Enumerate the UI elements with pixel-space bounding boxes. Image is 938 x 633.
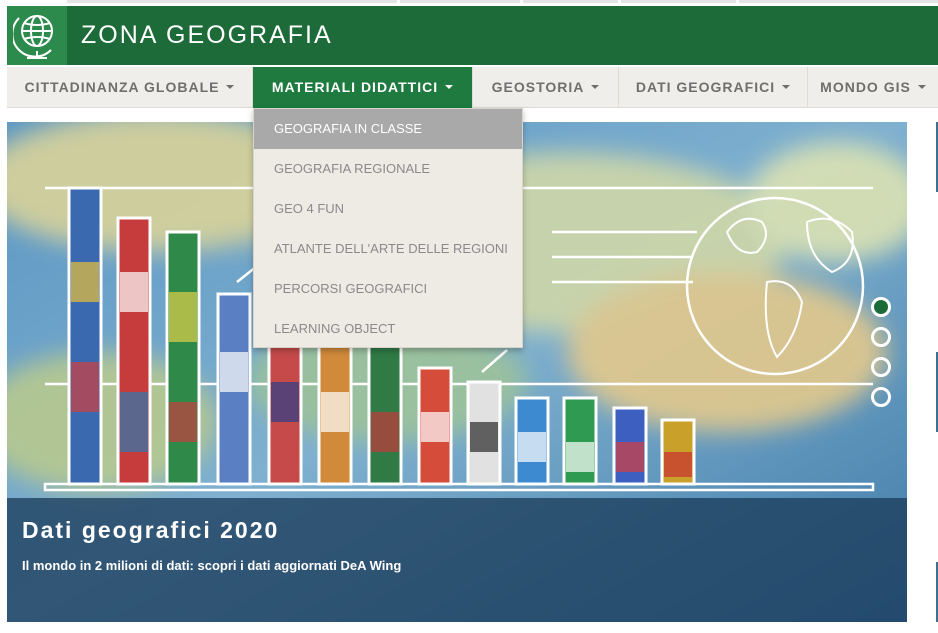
nav-item-label: GEOSTORIA: [491, 79, 585, 95]
nav-item-materiali-didattici[interactable]: MATERIALI DIDATTICI: [253, 67, 473, 108]
logo[interactable]: [7, 6, 67, 65]
caret-down-icon: [226, 85, 235, 90]
site-title[interactable]: ZONA GEOGRAFIA: [81, 21, 333, 50]
dropdown-item-percorsi-geografici[interactable]: PERCORSI GEOGRAFICI: [254, 269, 522, 309]
dropdown-item-geografia-in-classe[interactable]: GEOGRAFIA IN CLASSE: [254, 109, 522, 149]
slide-dot-3[interactable]: [871, 357, 891, 377]
caret-down-icon: [445, 85, 454, 90]
page: ZONA GEOGRAFIA CITTADINANZA GLOBALE MATE…: [0, 0, 938, 633]
dropdown-item-learning-object[interactable]: LEARNING OBJECT: [254, 309, 522, 349]
caret-down-icon: [917, 85, 926, 90]
nav-item-geostoria[interactable]: GEOSTORIA: [473, 67, 619, 108]
nav-item-label: CITTADINANZA GLOBALE: [24, 79, 220, 95]
nav-item-dati-geografici[interactable]: DATI GEOGRAFICI: [619, 67, 808, 108]
dropdown-item-geografia-regionale[interactable]: GEOGRAFIA REGIONALE: [254, 149, 522, 189]
globe-icon: [13, 15, 53, 59]
slide-title[interactable]: Dati geografici 2020: [22, 517, 279, 544]
slider-pagination: [871, 297, 893, 417]
slide-subtitle: Il mondo in 2 milioni di dati: scopri i …: [22, 558, 402, 573]
slide-dot-2[interactable]: [871, 327, 891, 347]
site-header: ZONA GEOGRAFIA: [7, 6, 938, 65]
top-strip: [0, 0, 938, 5]
nav-item-label: MONDO GIS: [820, 79, 911, 95]
nav-item-label: MATERIALI DIDATTICI: [271, 79, 439, 95]
nav-item-mondo-gis[interactable]: MONDO GIS: [808, 67, 938, 108]
slide-dot-4[interactable]: [871, 387, 891, 407]
next-slide-peek: [934, 122, 938, 633]
nav-item-label: DATI GEOGRAFICI: [635, 79, 776, 95]
caret-down-icon: [782, 85, 791, 90]
caret-down-icon: [591, 85, 600, 90]
dropdown-item-atlante-arte-regioni[interactable]: ATLANTE DELL'ARTE DELLE REGIONI: [254, 229, 522, 269]
main-nav: CITTADINANZA GLOBALE MATERIALI DIDATTICI…: [7, 67, 938, 108]
slide-caption[interactable]: Dati geografici 2020 Il mondo in 2 milio…: [7, 498, 907, 622]
materiali-didattici-dropdown: GEOGRAFIA IN CLASSE GEOGRAFIA REGIONALE …: [253, 108, 523, 348]
nav-item-cittadinanza-globale[interactable]: CITTADINANZA GLOBALE: [7, 67, 253, 108]
dropdown-item-geo-4-fun[interactable]: GEO 4 FUN: [254, 189, 522, 229]
slide-dot-1[interactable]: [871, 297, 891, 317]
